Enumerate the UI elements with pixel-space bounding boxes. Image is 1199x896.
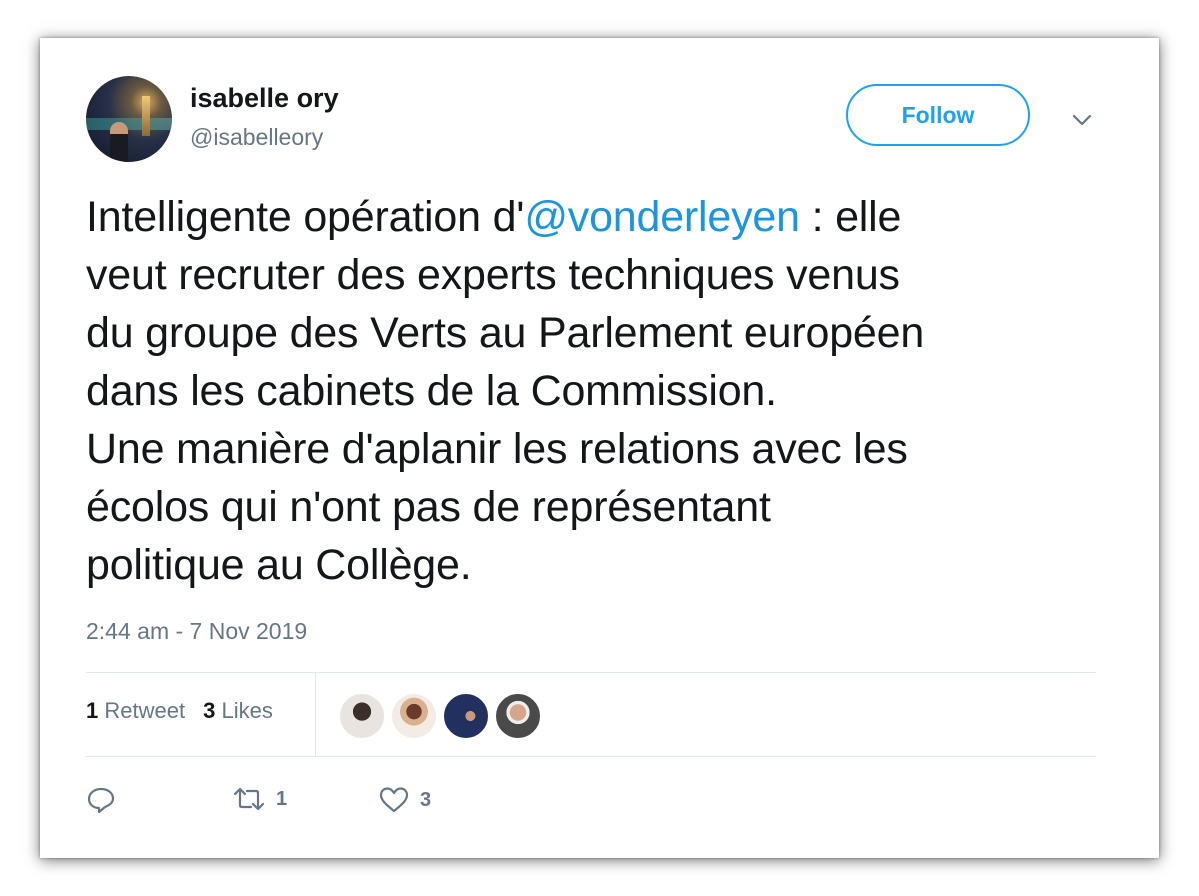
chevron-down-icon[interactable] <box>1070 110 1094 130</box>
tweet-text-line: écolos qui n'ont pas de représentant <box>86 483 771 531</box>
tweet-text-segment: Intelligente opération d' <box>86 193 525 241</box>
author-handle[interactable]: @isabelleory <box>190 124 323 151</box>
liker-avatar[interactable] <box>338 692 386 740</box>
liker-avatar[interactable] <box>442 692 490 740</box>
liker-avatar[interactable] <box>390 692 438 740</box>
retweet-icon <box>233 787 265 811</box>
heart-icon <box>379 787 409 813</box>
tweet-text-line: politique au Collège. <box>86 541 472 589</box>
reply-icon <box>87 787 115 814</box>
tweet-text-line: du groupe des Verts au Parlement europée… <box>86 309 925 357</box>
retweet-stat-count: 1 <box>86 698 99 723</box>
like-stat-label: Likes <box>221 698 273 723</box>
stats-separator <box>315 672 316 756</box>
divider <box>86 756 1096 757</box>
follow-button[interactable]: Follow <box>846 84 1030 146</box>
like-count: 3 <box>420 788 432 811</box>
author-name[interactable]: isabelle ory <box>190 83 339 114</box>
tweet-card: isabelle ory @isabelleory Follow Intelli… <box>40 38 1159 858</box>
tweet-text-line: veut recruter des experts techniques ven… <box>86 251 900 299</box>
like-button[interactable]: 3 <box>378 786 431 814</box>
avatar-background <box>86 118 172 130</box>
reply-button[interactable] <box>86 786 116 814</box>
avatar-tower <box>142 96 150 136</box>
like-stat[interactable]: 3 Likes <box>203 698 273 723</box>
tweet-text-segment: : elle <box>799 193 902 241</box>
avatar-person <box>110 122 128 162</box>
mention-link[interactable]: @vonderleyen <box>524 193 800 241</box>
author-avatar[interactable] <box>86 76 172 162</box>
tweet-text: Intelligente opération d'@vonderleyen : … <box>86 188 1106 594</box>
tweet-stats: 1 Retweet 3 Likes <box>86 698 273 724</box>
tweet-text-line: Intelligente opération d'@vonderleyen : … <box>86 188 1106 246</box>
retweet-button[interactable]: 1 <box>232 786 287 812</box>
tweet-timestamp[interactable]: 2:44 am - 7 Nov 2019 <box>86 618 307 645</box>
tweet-text-line: Une manière d'aplanir les relations avec… <box>86 425 908 473</box>
retweet-stat[interactable]: 1 Retweet <box>86 698 185 723</box>
retweet-stat-label: Retweet <box>104 698 186 723</box>
divider <box>86 672 1096 673</box>
retweet-count: 1 <box>276 787 288 810</box>
tweet-text-line: dans les cabinets de la Commission. <box>86 367 777 415</box>
like-stat-count: 3 <box>203 698 216 723</box>
liker-avatar[interactable] <box>494 692 542 740</box>
